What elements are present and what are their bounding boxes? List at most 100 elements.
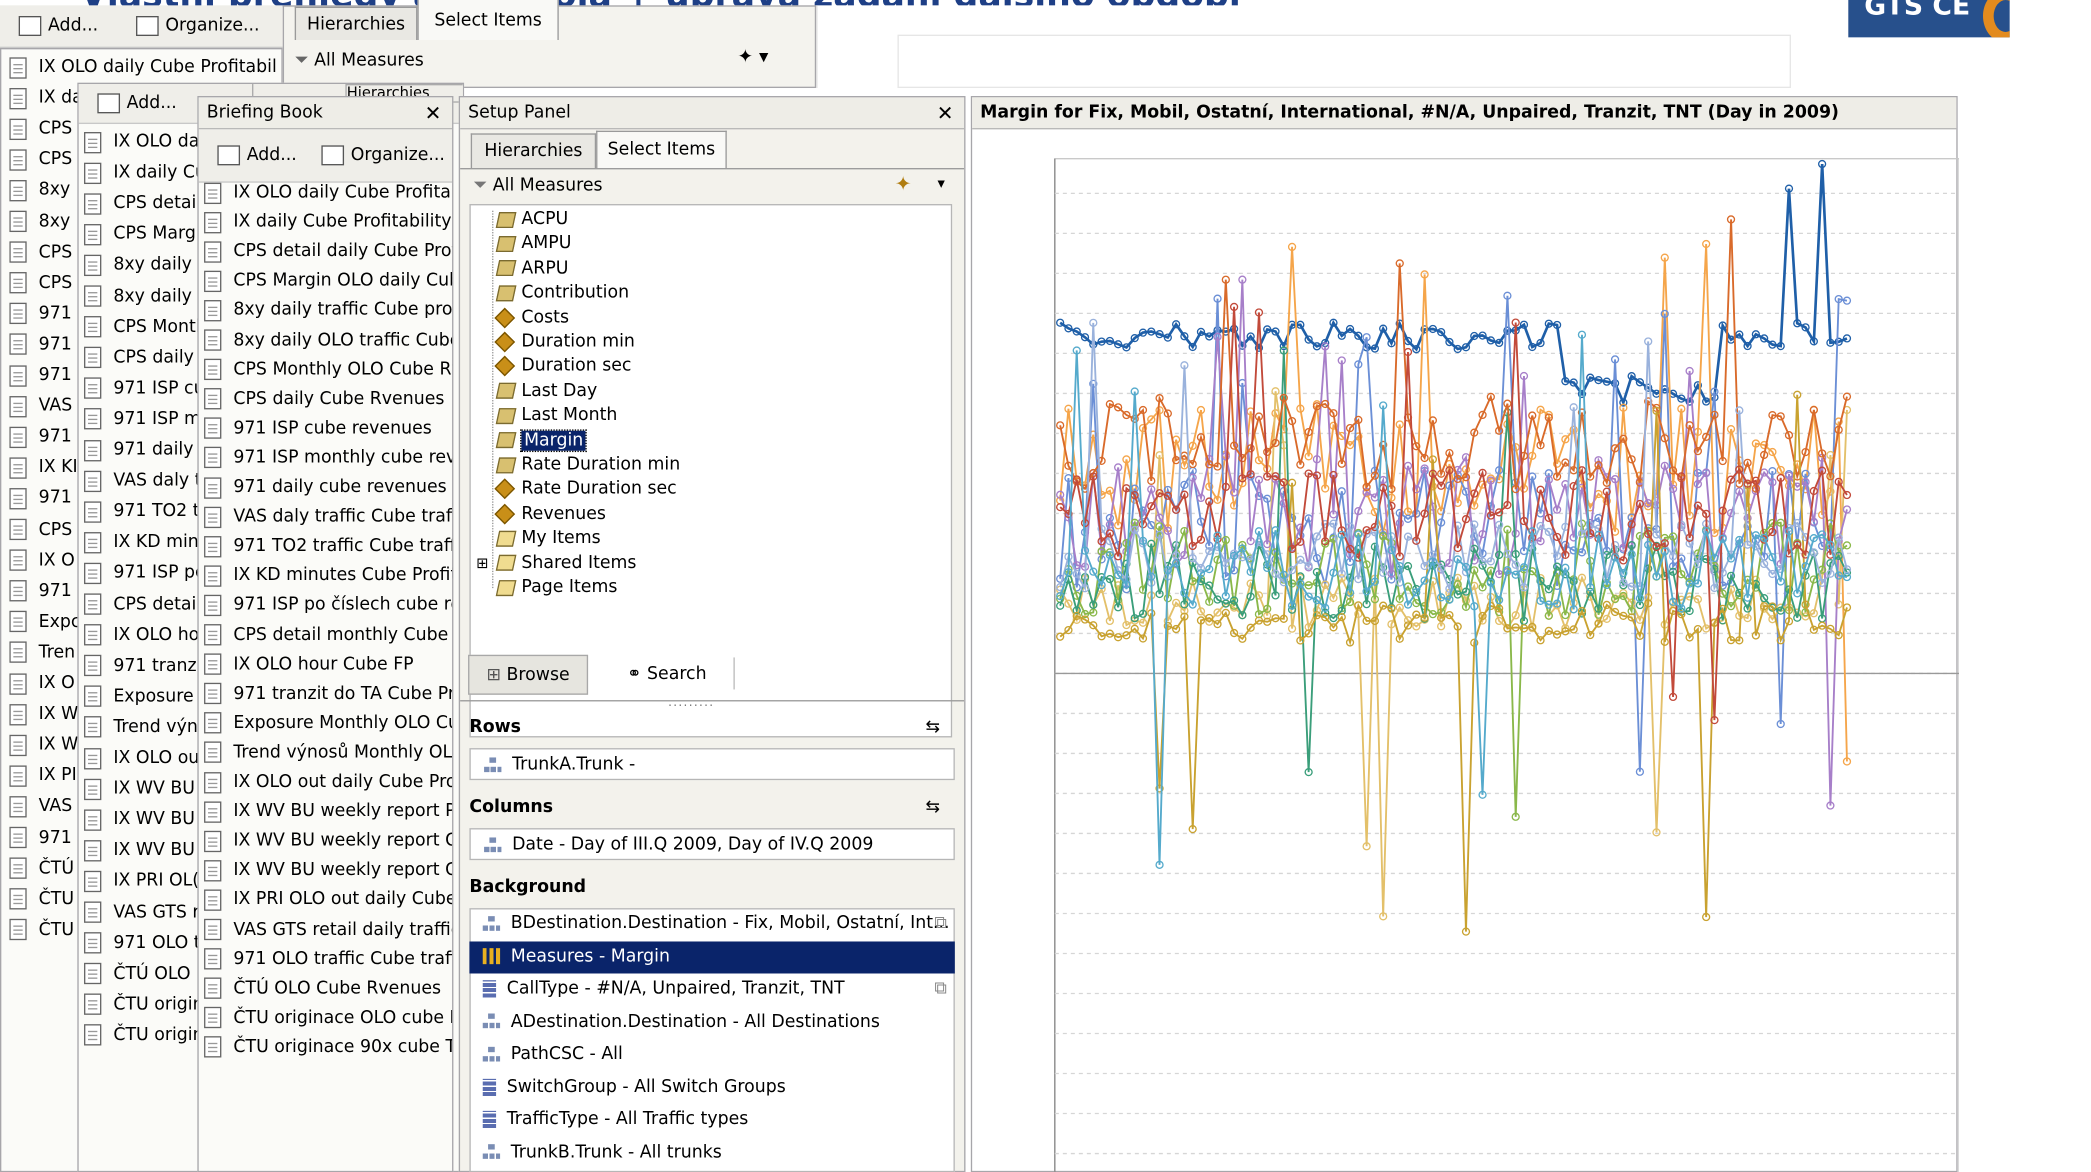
briefing-item[interactable]: CPS Margi	[84, 219, 201, 250]
add-button[interactable]: Add...	[18, 11, 98, 43]
briefing-item[interactable]: 8xy daily t	[84, 250, 204, 281]
briefing-item[interactable]: IX daily Cu	[84, 157, 206, 188]
briefing-item[interactable]: 971 TO2 traffic Cube traffic	[204, 531, 452, 562]
briefing-item[interactable]: 971	[9, 329, 72, 360]
briefing-item[interactable]: 971 OLO traffic Cube traffic	[204, 944, 452, 975]
tree-item-page-items[interactable]: Page Items	[495, 576, 617, 600]
tab-hierarchies[interactable]: Hierarchies	[470, 133, 597, 169]
briefing-item[interactable]: IX W	[9, 730, 78, 761]
briefing-item[interactable]: VAS daly t	[84, 466, 201, 497]
tree-item-rate-duration-min[interactable]: Rate Duration min	[495, 453, 680, 477]
tree-item-my-items[interactable]: My Items	[495, 527, 601, 551]
briefing-item[interactable]: CPS	[9, 237, 72, 268]
tree-item-acpu[interactable]: ACPU	[495, 208, 568, 232]
briefing-item[interactable]: IX OLO ou	[84, 743, 199, 774]
briefing-item[interactable]: IX KI	[9, 452, 78, 483]
briefing-item[interactable]: Exposure I	[84, 681, 204, 712]
briefing-item[interactable]: IX PI	[9, 761, 77, 792]
tree-item-shared-items[interactable]: Shared Items ⊞	[476, 552, 636, 576]
organize-button-3[interactable]: Organize...	[321, 140, 445, 172]
briefing-item[interactable]: CPS daily (	[84, 342, 206, 373]
briefing-item[interactable]: 971	[9, 422, 72, 453]
briefing-item[interactable]: IX KD minu	[84, 527, 210, 558]
organize-button[interactable]: Organize...	[136, 11, 260, 43]
close-icon[interactable]: ✕	[425, 97, 442, 129]
columns-field[interactable]: Date - Day of III.Q 2009, Day of IV.Q 20…	[469, 828, 955, 861]
columns-pivot-icon[interactable]: ⇆	[925, 797, 940, 817]
briefing-item[interactable]: 971	[9, 822, 72, 853]
tree-item-revenues[interactable]: Revenues	[494, 502, 606, 526]
briefing-item[interactable]: 8xy daily traffic Cube profit	[204, 295, 452, 326]
briefing-item[interactable]: 971 OLO t	[84, 928, 201, 959]
briefing-item[interactable]: IX WV BU weekly report Pro	[204, 796, 452, 827]
tree-item-arpu[interactable]: ARPU	[495, 257, 568, 281]
briefing-item[interactable]: CPS	[9, 514, 72, 545]
briefing-item[interactable]: IX PRI OL(	[84, 866, 199, 897]
rows-field[interactable]: TrunkA.Trunk -	[469, 748, 955, 781]
briefing-item[interactable]: ČTU	[9, 884, 74, 915]
briefing-item[interactable]: IX daily Cube Profitability	[204, 207, 452, 238]
add-button-2[interactable]: Add...	[97, 88, 177, 120]
briefing-item[interactable]: VAS	[9, 391, 72, 422]
tree-item-margin[interactable]: Margin	[495, 428, 588, 453]
briefing-item[interactable]: CPS	[9, 114, 72, 145]
briefing-item[interactable]: 8xy daily OLO traffic Cube	[204, 325, 452, 356]
briefing-item[interactable]: VAS daly traffic Cube traffic	[204, 502, 452, 533]
briefing-item[interactable]: 971 ISP m	[84, 404, 201, 435]
expand-icon[interactable]: ⊞	[476, 552, 488, 576]
briefing-item[interactable]: IX W	[9, 699, 78, 730]
briefing-item[interactable]: 8xy	[9, 175, 70, 206]
briefing-item[interactable]: ČTÚ	[9, 853, 74, 884]
briefing-item[interactable]: IX OLO daily Cube Profitabil	[9, 52, 277, 83]
background-item[interactable]: ADestination.Destination - All Destinati…	[469, 1006, 954, 1038]
briefing-item[interactable]: CPS detail	[84, 589, 201, 620]
briefing-item[interactable]: 971 ISP cu	[84, 373, 205, 404]
tree-item-last-month[interactable]: Last Month	[495, 404, 617, 428]
tree-item-costs[interactable]: Costs	[494, 306, 569, 330]
briefing-item[interactable]: ČTU origin	[84, 989, 204, 1020]
briefing-item[interactable]: 971 ISP monthly cube rever	[204, 443, 452, 474]
search-button[interactable]: ⚭ Search	[607, 655, 727, 695]
briefing-item[interactable]: 971 ISP po číslech cube rev	[204, 590, 452, 621]
tree-item-contribution[interactable]: Contribution	[495, 282, 629, 306]
briefing-item[interactable]: CPS	[9, 268, 72, 299]
briefing-item[interactable]: 971	[9, 576, 72, 607]
browse-button[interactable]: ⊞ Browse	[468, 654, 589, 695]
tree-item-rate-duration-sec[interactable]: Rate Duration sec	[494, 478, 677, 502]
briefing-item[interactable]: IX OLO hour Cube FP	[204, 649, 414, 680]
briefing-item[interactable]: 8xy	[9, 206, 70, 237]
background-item[interactable]: CallType - #N/A, Unpaired, Tranzit, TNT ⧉	[469, 973, 954, 1005]
chevron-down-icon[interactable]: ▾	[937, 175, 944, 192]
briefing-item[interactable]: Tren	[9, 637, 75, 668]
background-item[interactable]: SwitchGroup - All Switch Groups	[469, 1072, 954, 1104]
briefing-item[interactable]: VAS GTS retail daily traffic C	[204, 914, 452, 945]
briefing-item[interactable]: VAS GTS r	[84, 897, 200, 928]
selector-icon[interactable]: ⧉	[934, 908, 946, 940]
briefing-item[interactable]: 971	[9, 360, 72, 391]
briefing-item[interactable]: IX WV BU	[84, 804, 195, 835]
briefing-item[interactable]: IX OLO daily Cube Profitabil	[204, 177, 452, 208]
briefing-item[interactable]: IX KD minutes Cube Profitab	[204, 560, 452, 591]
selector-icon[interactable]: ⧉	[934, 973, 946, 1005]
close-icon[interactable]: ✕	[937, 97, 954, 129]
briefing-item[interactable]: IX OLO ho	[84, 620, 199, 651]
briefing-item[interactable]: Expc	[9, 606, 80, 637]
briefing-item[interactable]: CPS detail	[84, 188, 201, 219]
background-item[interactable]: TrunkB.Trunk - All trunks	[469, 1137, 954, 1169]
briefing-item[interactable]: IX WV BU weekly report CPS	[204, 855, 452, 886]
rows-pivot-icon[interactable]: ⇆	[925, 717, 940, 737]
briefing-item[interactable]: 971	[9, 483, 72, 514]
briefing-item[interactable]: 971	[9, 298, 72, 329]
briefing-item[interactable]: 971 daily c	[84, 435, 209, 466]
tree-item-duration-min[interactable]: Duration min	[494, 331, 635, 355]
briefing-item[interactable]: CPS detail monthly Cube Pr	[204, 619, 452, 650]
briefing-item[interactable]: Exposure Monthly OLO Cub	[204, 708, 452, 739]
briefing-item[interactable]: ČTU origin	[84, 1020, 204, 1051]
briefing-item[interactable]: 971 TO2 t	[84, 496, 200, 527]
wand-icon[interactable]: ✦	[895, 172, 912, 196]
briefing-item[interactable]: 971 tranzit do TA Cube Pro	[204, 678, 452, 709]
briefing-item[interactable]: CPS Monthly OLO Cube Rve	[204, 354, 452, 385]
tree-item-ampu[interactable]: AMPU	[495, 233, 571, 257]
briefing-item[interactable]: 971 ISP pc	[84, 558, 205, 589]
tab-select-items[interactable]: Select Items	[596, 130, 727, 169]
